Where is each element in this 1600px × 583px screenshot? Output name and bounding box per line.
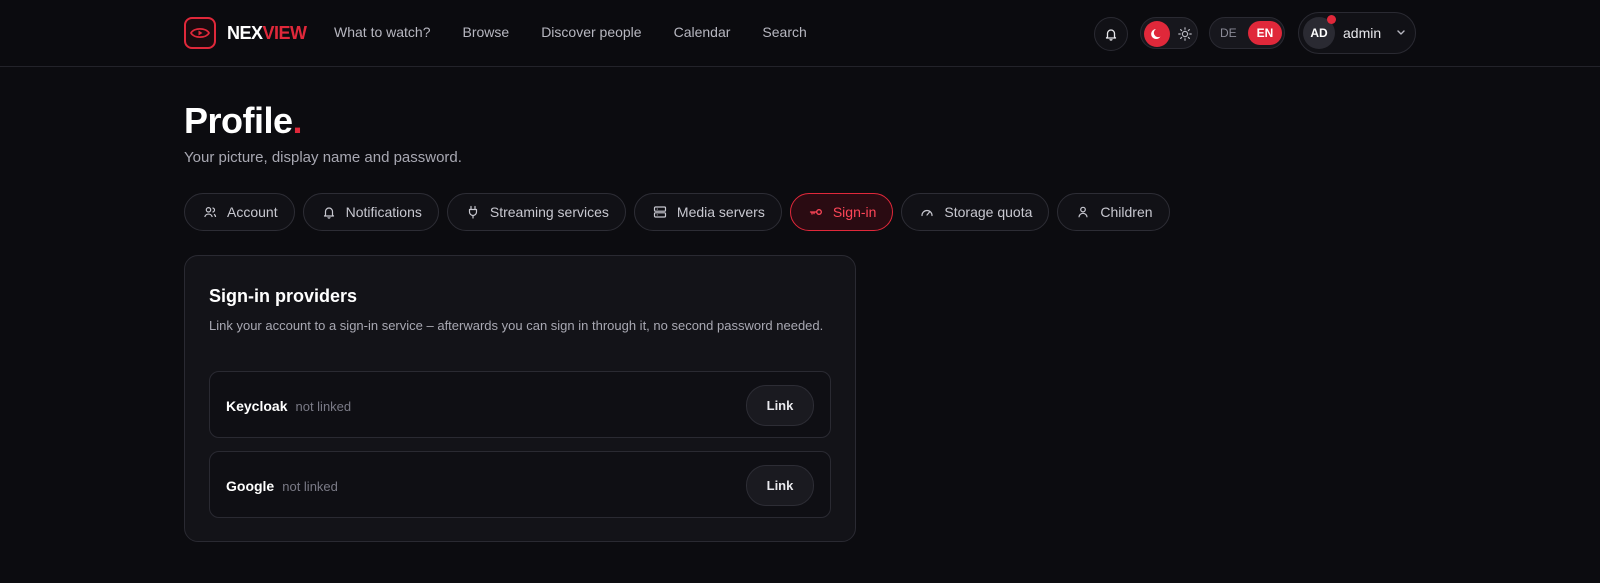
card-description: Link your account to a sign-in service –… — [209, 318, 824, 333]
notification-dot — [1327, 15, 1336, 24]
provider-row-google: Google not linked Link — [209, 451, 831, 518]
user-menu[interactable]: AD admin — [1298, 12, 1416, 54]
link-keycloak-button[interactable]: Link — [746, 385, 814, 426]
provider-status: not linked — [295, 399, 352, 414]
tab-account[interactable]: Account — [184, 193, 295, 231]
tab-notifications-label: Notifications — [345, 204, 422, 220]
nav-browse[interactable]: Browse — [463, 24, 510, 40]
provider-name: Keycloak not linked — [226, 398, 351, 414]
tab-notifications[interactable]: Notifications — [302, 193, 439, 231]
main-nav: What to watch? Browse Discover people Ca… — [334, 24, 839, 40]
lang-de-option[interactable]: DE — [1220, 26, 1237, 40]
tab-account-label: Account — [227, 204, 278, 220]
plug-icon — [466, 205, 480, 219]
provider-status: not linked — [282, 479, 338, 494]
tab-storage-quota-label: Storage quota — [944, 204, 1033, 220]
moon-icon[interactable] — [1144, 21, 1170, 47]
nav-what-to-watch[interactable]: What to watch? — [334, 24, 431, 40]
provider-row-keycloak: Keycloak not linked Link — [209, 371, 831, 438]
key-icon — [809, 205, 823, 219]
page-title-dot: . — [292, 100, 303, 141]
brand-name: NEXVIEW — [227, 23, 307, 44]
provider-name-text: Google — [226, 478, 275, 494]
card-title: Sign-in providers — [209, 286, 358, 306]
bell-icon — [1105, 29, 1117, 41]
gauge-icon — [920, 205, 934, 219]
page-title: Profile. — [184, 100, 303, 142]
users-icon — [203, 205, 217, 219]
tab-children-label: Children — [1100, 204, 1153, 220]
tab-media-servers[interactable]: Media servers — [633, 193, 782, 231]
brand-name-part1: NEX — [227, 22, 263, 43]
lang-en-option[interactable]: EN — [1248, 21, 1282, 45]
tab-streaming-services-label: Streaming services — [489, 204, 609, 220]
tab-streaming-services[interactable]: Streaming services — [446, 193, 626, 231]
bell-icon — [322, 205, 336, 219]
eye-play-icon — [184, 17, 216, 49]
page-subtitle: Your picture, display name and password. — [184, 149, 462, 166]
server-icon — [653, 205, 667, 219]
sign-in-providers-card: Sign-in providers Link your account to a… — [184, 255, 856, 542]
nav-calendar[interactable]: Calendar — [674, 24, 731, 40]
link-google-button[interactable]: Link — [746, 465, 814, 506]
tab-sign-in-label: Sign-in — [832, 204, 877, 220]
tab-storage-quota[interactable]: Storage quota — [901, 193, 1050, 231]
tab-media-servers-label: Media servers — [676, 204, 765, 220]
top-navigation-bar: NEXVIEW What to watch? Browse Discover p… — [0, 0, 1600, 67]
language-switcher: DE EN — [1209, 17, 1285, 49]
profile-tabs: Account Notifications Streaming services… — [184, 193, 1178, 231]
theme-toggle[interactable] — [1140, 17, 1198, 49]
nav-search[interactable]: Search — [762, 24, 806, 40]
page-title-text: Profile — [184, 100, 293, 141]
user-icon — [1076, 205, 1090, 219]
chevron-down-icon — [1397, 30, 1405, 35]
notifications-button[interactable] — [1094, 17, 1128, 51]
nav-discover-people[interactable]: Discover people — [541, 24, 641, 40]
user-name: admin — [1343, 25, 1382, 41]
tab-children[interactable]: Children — [1057, 193, 1170, 231]
provider-name: Google not linked — [226, 478, 338, 494]
tab-sign-in[interactable]: Sign-in — [789, 193, 894, 231]
sun-icon[interactable] — [1174, 23, 1196, 45]
brand-logo[interactable]: NEXVIEW — [184, 17, 307, 49]
brand-name-part2: VIEW — [262, 22, 308, 43]
provider-name-text: Keycloak — [226, 398, 288, 414]
